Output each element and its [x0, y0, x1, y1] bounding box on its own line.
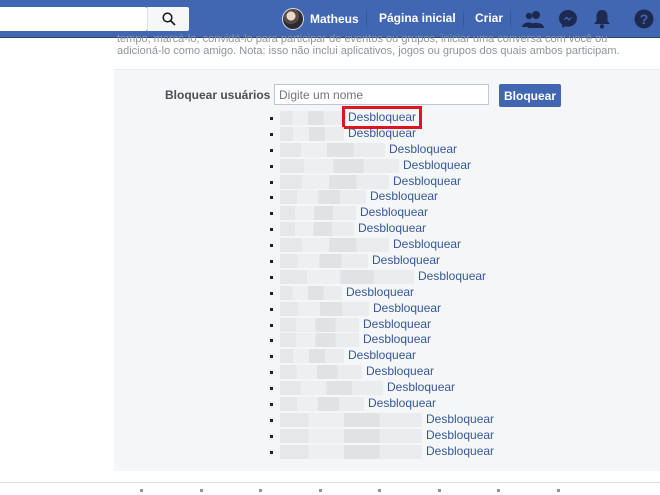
unblock-link[interactable]: Desbloquear — [426, 444, 494, 459]
nav-divider — [510, 11, 511, 27]
unblock-link[interactable]: Desbloquear — [393, 237, 461, 252]
footer-divider — [0, 482, 660, 483]
list-bullet — [270, 148, 273, 152]
blurred-user-name — [280, 206, 356, 221]
list-bullet — [270, 117, 273, 120]
blurred-user-name — [280, 365, 362, 380]
block-users-label: Bloquear usuários — [165, 88, 271, 102]
unblock-link[interactable]: Desbloquear — [366, 364, 434, 379]
search-icon — [161, 12, 176, 26]
list-bullet — [270, 307, 273, 311]
blurred-user-name — [280, 111, 342, 125]
list-bullet — [270, 164, 273, 168]
unblock-link[interactable]: Desbloquear — [346, 285, 414, 300]
blurred-user-name — [280, 238, 389, 253]
unblock-link[interactable]: Desbloquear — [373, 301, 441, 316]
blurred-user-name — [280, 412, 422, 427]
list-bullet — [270, 371, 273, 375]
help-icon[interactable]: ? — [633, 8, 655, 30]
home-link[interactable]: Página inicial — [379, 11, 456, 25]
list-bullet — [270, 260, 273, 264]
blurred-user-name — [280, 254, 368, 269]
unblock-link[interactable]: Desbloquear — [363, 332, 431, 347]
unblock-link[interactable]: Desbloquear — [393, 174, 461, 189]
list-bullet — [270, 450, 273, 454]
unblock-link[interactable]: Desbloquear — [426, 428, 494, 443]
search-button[interactable] — [147, 7, 189, 31]
block-name-input[interactable] — [274, 84, 489, 105]
list-bullet — [270, 323, 273, 327]
unblock-link[interactable]: Desbloquear — [389, 142, 457, 157]
unblock-link[interactable]: Desbloquear — [418, 269, 486, 284]
list-bullet — [270, 228, 273, 232]
list-bullet — [270, 244, 273, 248]
block-description: tempo, marcá-lo, convidá-lo para partici… — [117, 33, 647, 59]
avatar — [282, 8, 304, 30]
profile-link[interactable]: Matheus — [282, 6, 359, 32]
list-bullet — [270, 434, 273, 438]
blurred-user-name — [280, 397, 364, 412]
list-bullet — [270, 275, 273, 279]
blurred-user-name — [280, 428, 422, 443]
unblock-link[interactable]: Desbloquear — [363, 317, 431, 332]
profile-name: Matheus — [310, 12, 359, 26]
blurred-user-name — [280, 301, 369, 316]
unblock-link[interactable]: Desbloquear — [368, 396, 436, 411]
blurred-user-name — [280, 381, 383, 396]
unblock-link[interactable]: Desbloquear — [387, 380, 455, 395]
blurred-user-name — [280, 349, 344, 364]
unblock-link[interactable]: Desbloquear — [370, 189, 438, 204]
create-link[interactable]: Criar — [475, 11, 503, 25]
list-bullet — [270, 355, 273, 359]
blurred-user-name — [280, 190, 366, 205]
list-bullet — [270, 387, 273, 391]
unblock-link[interactable]: Desbloquear — [341, 106, 423, 129]
blurred-user-name — [280, 285, 342, 300]
blurred-user-name — [280, 317, 359, 332]
blurred-user-name — [280, 174, 389, 189]
list-bullet — [270, 132, 273, 136]
friend-requests-icon[interactable] — [522, 8, 544, 30]
unblock-link[interactable]: Desbloquear — [426, 412, 494, 427]
unblock-link[interactable]: Desbloquear — [358, 221, 426, 236]
blurred-user-name — [280, 444, 422, 459]
svg-text:?: ? — [640, 11, 649, 27]
unblock-link[interactable]: Desbloquear — [360, 205, 428, 220]
search-input[interactable] — [0, 7, 147, 31]
blurred-user-name — [280, 126, 344, 141]
nav-divider — [463, 11, 464, 27]
footer-links — [140, 489, 560, 495]
list-bullet — [270, 339, 273, 343]
list-bullet — [270, 418, 273, 422]
description-line-1: tempo, marcá-lo, convidá-lo para partici… — [117, 33, 608, 45]
list-bullet — [270, 403, 273, 407]
blurred-user-name — [280, 269, 414, 284]
list-bullet — [270, 291, 273, 295]
messenger-icon[interactable] — [557, 8, 579, 30]
block-button[interactable]: Bloquear — [499, 84, 561, 107]
list-bullet — [270, 196, 273, 200]
unblock-link[interactable]: Desbloquear — [348, 348, 416, 363]
nav-divider — [366, 11, 367, 27]
unblock-link[interactable]: Desbloquear — [372, 253, 440, 268]
list-bullet — [270, 212, 273, 216]
list-bullet — [270, 180, 273, 184]
notifications-bell-icon[interactable] — [591, 8, 613, 30]
blurred-user-name — [280, 142, 385, 157]
unblock-link[interactable]: Desbloquear — [403, 158, 471, 173]
blurred-user-name — [280, 222, 354, 237]
blurred-user-name — [280, 333, 359, 348]
unblock-link[interactable]: Desbloquear — [348, 126, 416, 141]
blurred-user-name — [280, 158, 399, 173]
